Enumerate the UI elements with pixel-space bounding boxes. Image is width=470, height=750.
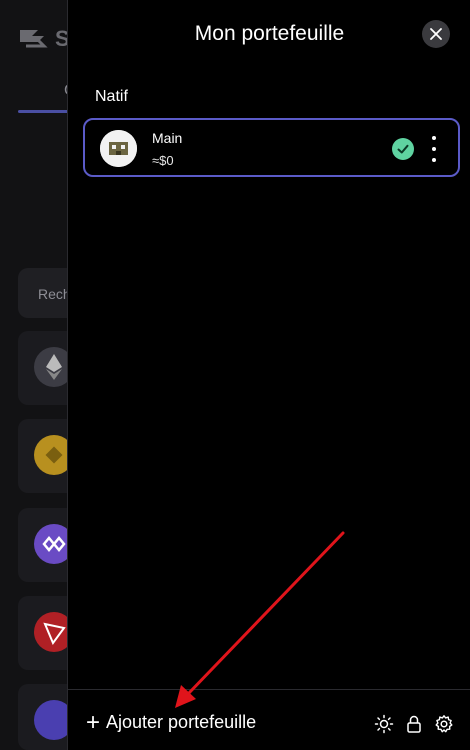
more-options-icon[interactable] [428, 136, 440, 162]
app-logo-icon [20, 30, 48, 48]
wallet-name: Main [152, 130, 183, 146]
theme-sun-icon[interactable] [374, 714, 394, 734]
avatar [100, 130, 137, 167]
settings-gear-icon[interactable] [434, 714, 454, 734]
wallet-balance: ≈$0 [152, 153, 174, 168]
panel-title: Mon portefeuille [194, 22, 345, 45]
section-label-native: Natif [95, 88, 128, 105]
bg-search-placeholder: Rech [38, 286, 71, 302]
add-wallet-button[interactable]: + Ajouter portefeuille [86, 708, 257, 736]
plus-icon: + [86, 708, 101, 736]
close-button[interactable] [422, 20, 450, 48]
close-icon [430, 28, 442, 40]
wallet-panel: Mon portefeuille Natif Main ≈$0 + Ajoute… [67, 0, 470, 750]
check-icon [392, 138, 414, 160]
panel-footer: + Ajouter portefeuille [68, 689, 470, 750]
wallet-card-main[interactable]: Main ≈$0 [83, 118, 460, 177]
add-wallet-label: Ajouter portefeuille [106, 712, 257, 732]
lock-icon[interactable] [404, 714, 424, 734]
